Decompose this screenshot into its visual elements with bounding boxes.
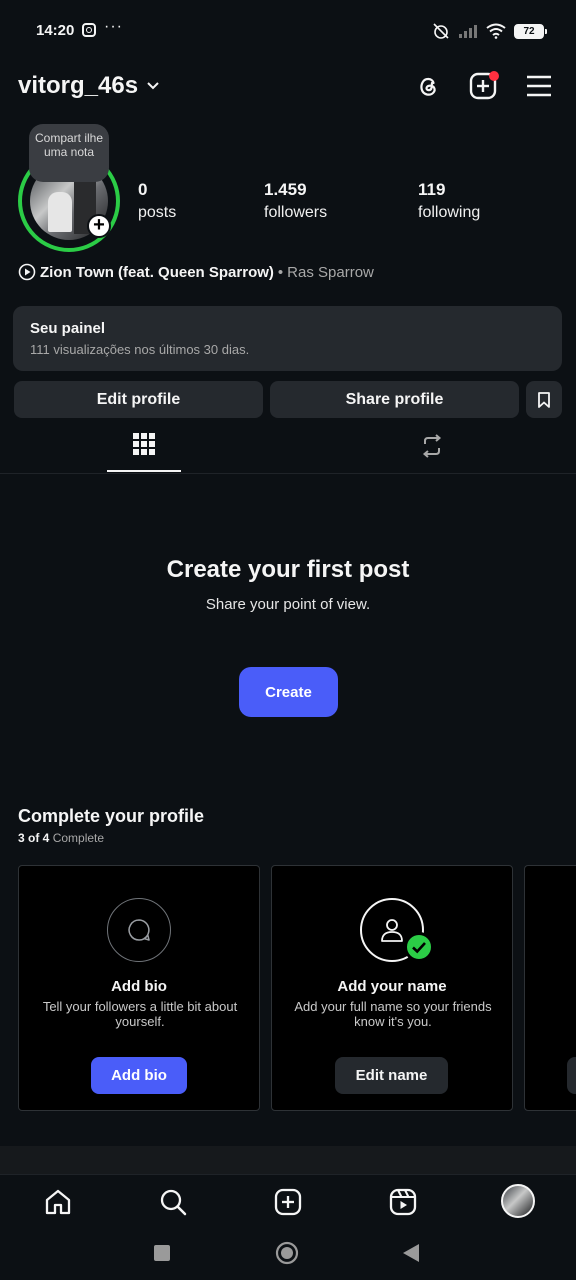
username: vitorg_46s [18,72,139,99]
bottom-navigation [0,1174,576,1228]
stat-followers[interactable]: 1.459 followers [264,180,327,222]
stat-label: following [418,204,481,221]
active-tab-indicator [107,470,181,472]
status-right-icons: 72 [432,22,547,40]
status-time: 14:20 [36,22,75,39]
note-bubble[interactable]: Compart ilhe uma nota [29,124,109,182]
profile-music[interactable]: Zion Town (feat. Queen Sparrow) • Ras Sp… [18,263,374,281]
recents-icon[interactable] [153,1244,171,1262]
music-title: Zion Town (feat. Queen Sparrow) [40,263,274,281]
threads-icon[interactable] [414,72,442,100]
create-icon[interactable] [273,1187,303,1217]
card-description: Tell your followers a little bit about y… [42,999,238,1029]
create-button[interactable]: Create [239,667,338,717]
menu-icon[interactable] [525,72,553,100]
progress-count: 3 of 4 [18,831,50,845]
check-badge-icon [404,932,434,962]
card-icon-circle [107,898,171,962]
instagram-notification-icon [82,23,96,37]
stat-posts[interactable]: 0 posts [138,180,176,222]
notification-dot [489,71,499,81]
battery-icon: 72 [514,23,547,39]
music-separator: • [277,263,284,281]
status-bar: 14:20 ··· 72 [0,0,576,62]
alarm-off-icon [433,23,449,39]
status-more-dots: ··· [104,18,123,35]
dashboard-subtitle: 111 visualizações nos últimos 30 dias. [30,342,250,357]
card-partial [524,865,576,1111]
add-bio-button[interactable]: Add bio [91,1057,187,1094]
edit-profile-button[interactable]: Edit profile [14,381,263,418]
tab-reposts[interactable] [420,433,444,459]
card-title: Add bio [111,978,167,995]
card-add-bio: Add bio Tell your followers a little bit… [18,865,260,1111]
stat-value: 0 [138,180,148,199]
system-navigation [0,1228,576,1280]
home-button-icon[interactable] [275,1241,299,1265]
empty-state-title: Create your first post [166,556,410,583]
stat-label: followers [264,204,328,221]
stat-value: 119 [418,180,446,199]
speech-bubble-icon [128,919,150,941]
complete-profile-progress: 3 of 4 Complete [18,831,104,845]
home-icon[interactable] [43,1187,73,1217]
music-artist: Ras Sparrow [287,263,374,281]
card-title: Add your name [337,978,447,995]
stat-following[interactable]: 119 following [418,180,480,222]
content-bottom-spacer [0,1146,576,1174]
profile-header: vitorg_46s [0,62,576,114]
person-icon [381,919,403,942]
professional-dashboard[interactable]: Seu painel 111 visualizações nos últimos… [13,306,562,371]
tab-grid[interactable] [133,433,155,455]
search-icon[interactable] [158,1187,188,1217]
play-circle-icon [18,263,36,281]
add-story-icon[interactable]: + [87,214,111,238]
stat-label: posts [138,204,177,221]
empty-state-subtitle: Share your point of view. [205,596,371,613]
card-add-name: Add your name Add your full name so your… [271,865,513,1111]
saved-button[interactable] [526,381,562,418]
profile-tabs [0,420,576,474]
edit-name-button[interactable]: Edit name [335,1057,448,1094]
profile-avatar-tab[interactable] [501,1184,535,1218]
signal-icon [459,25,477,38]
share-profile-button[interactable]: Share profile [270,381,519,418]
progress-suffix: Complete [52,831,105,845]
dashboard-title: Seu painel [30,320,106,337]
back-icon[interactable] [402,1243,420,1263]
account-switcher[interactable]: vitorg_46s [18,72,160,100]
bookmark-icon [538,391,550,408]
card-partial-button[interactable] [567,1057,576,1094]
card-description: Add your full name so your friends know … [294,999,492,1029]
complete-profile-title: Complete your profile [18,806,205,826]
wifi-icon [486,23,506,39]
chevron-down-icon [147,82,159,90]
reels-icon[interactable] [388,1187,418,1217]
stat-value: 1.459 [264,180,307,199]
